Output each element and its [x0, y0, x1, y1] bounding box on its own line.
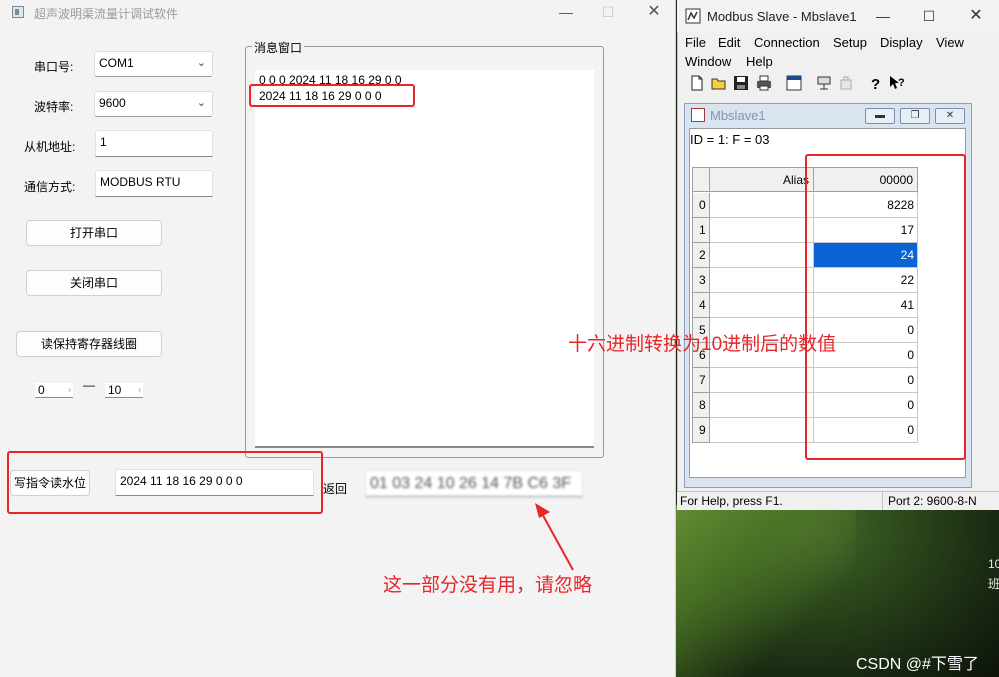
baud-rate-select[interactable]: 9600 ⌄ — [94, 91, 213, 117]
close-icon[interactable]: ✕ — [641, 1, 667, 23]
message-textarea[interactable]: 0 0 0 2024 11 18 16 29 0 0 2024 11 18 16… — [255, 70, 594, 448]
grid-corner — [693, 168, 710, 192]
modbus-window-title: Modbus Slave - Mbslave1 — [707, 9, 857, 24]
range-from-value: 0 — [38, 383, 45, 397]
alias-column-header[interactable]: Alias — [710, 168, 814, 192]
child-window-title: Mbslave1 — [710, 108, 766, 123]
save-icon[interactable] — [732, 74, 750, 92]
alias-cell[interactable] — [710, 368, 814, 393]
status-divider — [882, 492, 883, 510]
context-help-icon[interactable]: ? — [888, 74, 906, 92]
status-help-text: For Help, press F1. — [680, 494, 783, 508]
open-port-button[interactable]: 打开串口 — [26, 220, 162, 246]
row-index-header[interactable]: 4 — [693, 293, 710, 318]
serial-port-value: COM1 — [99, 56, 134, 70]
ignore-annotation: 这一部分没有用，请忽略 — [383, 575, 593, 596]
help-icon[interactable]: ? — [866, 74, 884, 92]
child-minimize-icon[interactable]: ▬ — [865, 108, 895, 124]
child-restore-icon[interactable]: ❐ — [900, 108, 930, 124]
print-icon[interactable] — [755, 74, 773, 92]
menu-help[interactable]: Help — [746, 54, 773, 69]
document-icon — [691, 108, 705, 122]
chevron-down-icon: ⌄ — [196, 57, 206, 69]
row-index-header[interactable]: 9 — [693, 418, 710, 443]
range-to-value: 10 — [108, 383, 122, 397]
comm-mode-input[interactable]: MODBUS RTU — [95, 170, 213, 197]
return-label: 返回 — [323, 482, 348, 496]
menu-view[interactable]: View — [936, 35, 964, 50]
watermark: CSDN @#下雪了 — [856, 656, 979, 673]
child-close-icon[interactable]: ✕ — [935, 108, 965, 124]
svg-text:?: ? — [871, 76, 880, 92]
menu-connection[interactable]: Connection — [754, 35, 820, 50]
desktop-side-text-1: 10 — [988, 557, 999, 571]
status-port-text: Port 2: 9600-8-N — [888, 494, 977, 508]
new-file-icon[interactable] — [688, 74, 706, 92]
baud-rate-label: 波特率: — [34, 100, 74, 114]
serial-port-label: 串口号: — [34, 60, 74, 74]
slave-address-input[interactable]: 1 — [95, 130, 213, 157]
desktop-side-text-2: 班 — [988, 577, 999, 591]
spin-arrow-icon[interactable]: › — [138, 383, 141, 397]
message-group-title: 消息窗口 — [252, 39, 305, 56]
close-port-button[interactable]: 关闭串口 — [26, 270, 162, 296]
alias-cell[interactable] — [710, 193, 814, 218]
menu-setup[interactable]: Setup — [833, 35, 867, 50]
alias-cell[interactable] — [710, 243, 814, 268]
row-index-header[interactable]: 7 — [693, 368, 710, 393]
row-index-header[interactable]: 2 — [693, 243, 710, 268]
annotation-arrow-icon — [535, 503, 574, 571]
menu-edit[interactable]: Edit — [718, 35, 740, 50]
hex-conversion-annotation: 十六进制转换为10进制后的数值 — [568, 334, 837, 355]
menu-file[interactable]: File — [685, 35, 706, 50]
range-to-spinbox[interactable]: 10 › — [105, 383, 143, 398]
open-folder-icon[interactable] — [710, 74, 728, 92]
maximize-icon[interactable]: ☐ — [916, 5, 942, 27]
disconnect-icon[interactable] — [837, 74, 855, 92]
slave-id-line: ID = 1: F = 03 — [690, 132, 770, 147]
alias-cell[interactable] — [710, 293, 814, 318]
highlight-box-message — [249, 84, 415, 107]
modbus-app-icon — [685, 8, 701, 24]
window-icon[interactable] — [785, 74, 803, 92]
alias-cell[interactable] — [710, 393, 814, 418]
comm-mode-label: 通信方式: — [24, 180, 76, 194]
window-title: 超声波明渠流量计调试软件 — [34, 7, 179, 21]
slave-address-label: 从机地址: — [24, 140, 76, 154]
read-registers-button[interactable]: 读保持寄存器线圈 — [16, 331, 162, 357]
row-index-header[interactable]: 1 — [693, 218, 710, 243]
baud-rate-value: 9600 — [99, 96, 126, 110]
row-index-header[interactable]: 8 — [693, 393, 710, 418]
range-separator: — — [83, 378, 95, 392]
svg-text:?: ? — [898, 77, 905, 89]
return-value-field[interactable]: 01 03 24 10 26 14 7B C6 3F — [365, 470, 583, 497]
chevron-down-icon: ⌄ — [196, 97, 206, 109]
alias-cell[interactable] — [710, 418, 814, 443]
menu-display[interactable]: Display — [880, 35, 923, 50]
highlight-box-values — [805, 154, 966, 460]
highlight-box-command — [7, 451, 323, 514]
menu-window[interactable]: Window — [685, 54, 731, 69]
minimize-icon[interactable]: — — [870, 5, 896, 27]
maximize-icon[interactable]: ☐ — [595, 1, 621, 23]
modbus-statusbar: For Help, press F1. Port 2: 9600-8-N — [677, 491, 999, 510]
serial-port-select[interactable]: COM1 ⌄ — [94, 51, 213, 77]
alias-cell[interactable] — [710, 218, 814, 243]
row-index-header[interactable]: 0 — [693, 193, 710, 218]
close-icon[interactable]: ✕ — [963, 5, 989, 27]
alias-cell[interactable] — [710, 268, 814, 293]
spin-arrow-icon[interactable]: › — [68, 383, 71, 397]
minimize-icon[interactable]: — — [553, 1, 579, 23]
app-icon — [12, 6, 24, 18]
desktop-wallpaper-light — [676, 505, 856, 677]
row-index-header[interactable]: 3 — [693, 268, 710, 293]
connect-icon[interactable] — [815, 74, 833, 92]
range-from-spinbox[interactable]: 0 › — [35, 383, 73, 398]
